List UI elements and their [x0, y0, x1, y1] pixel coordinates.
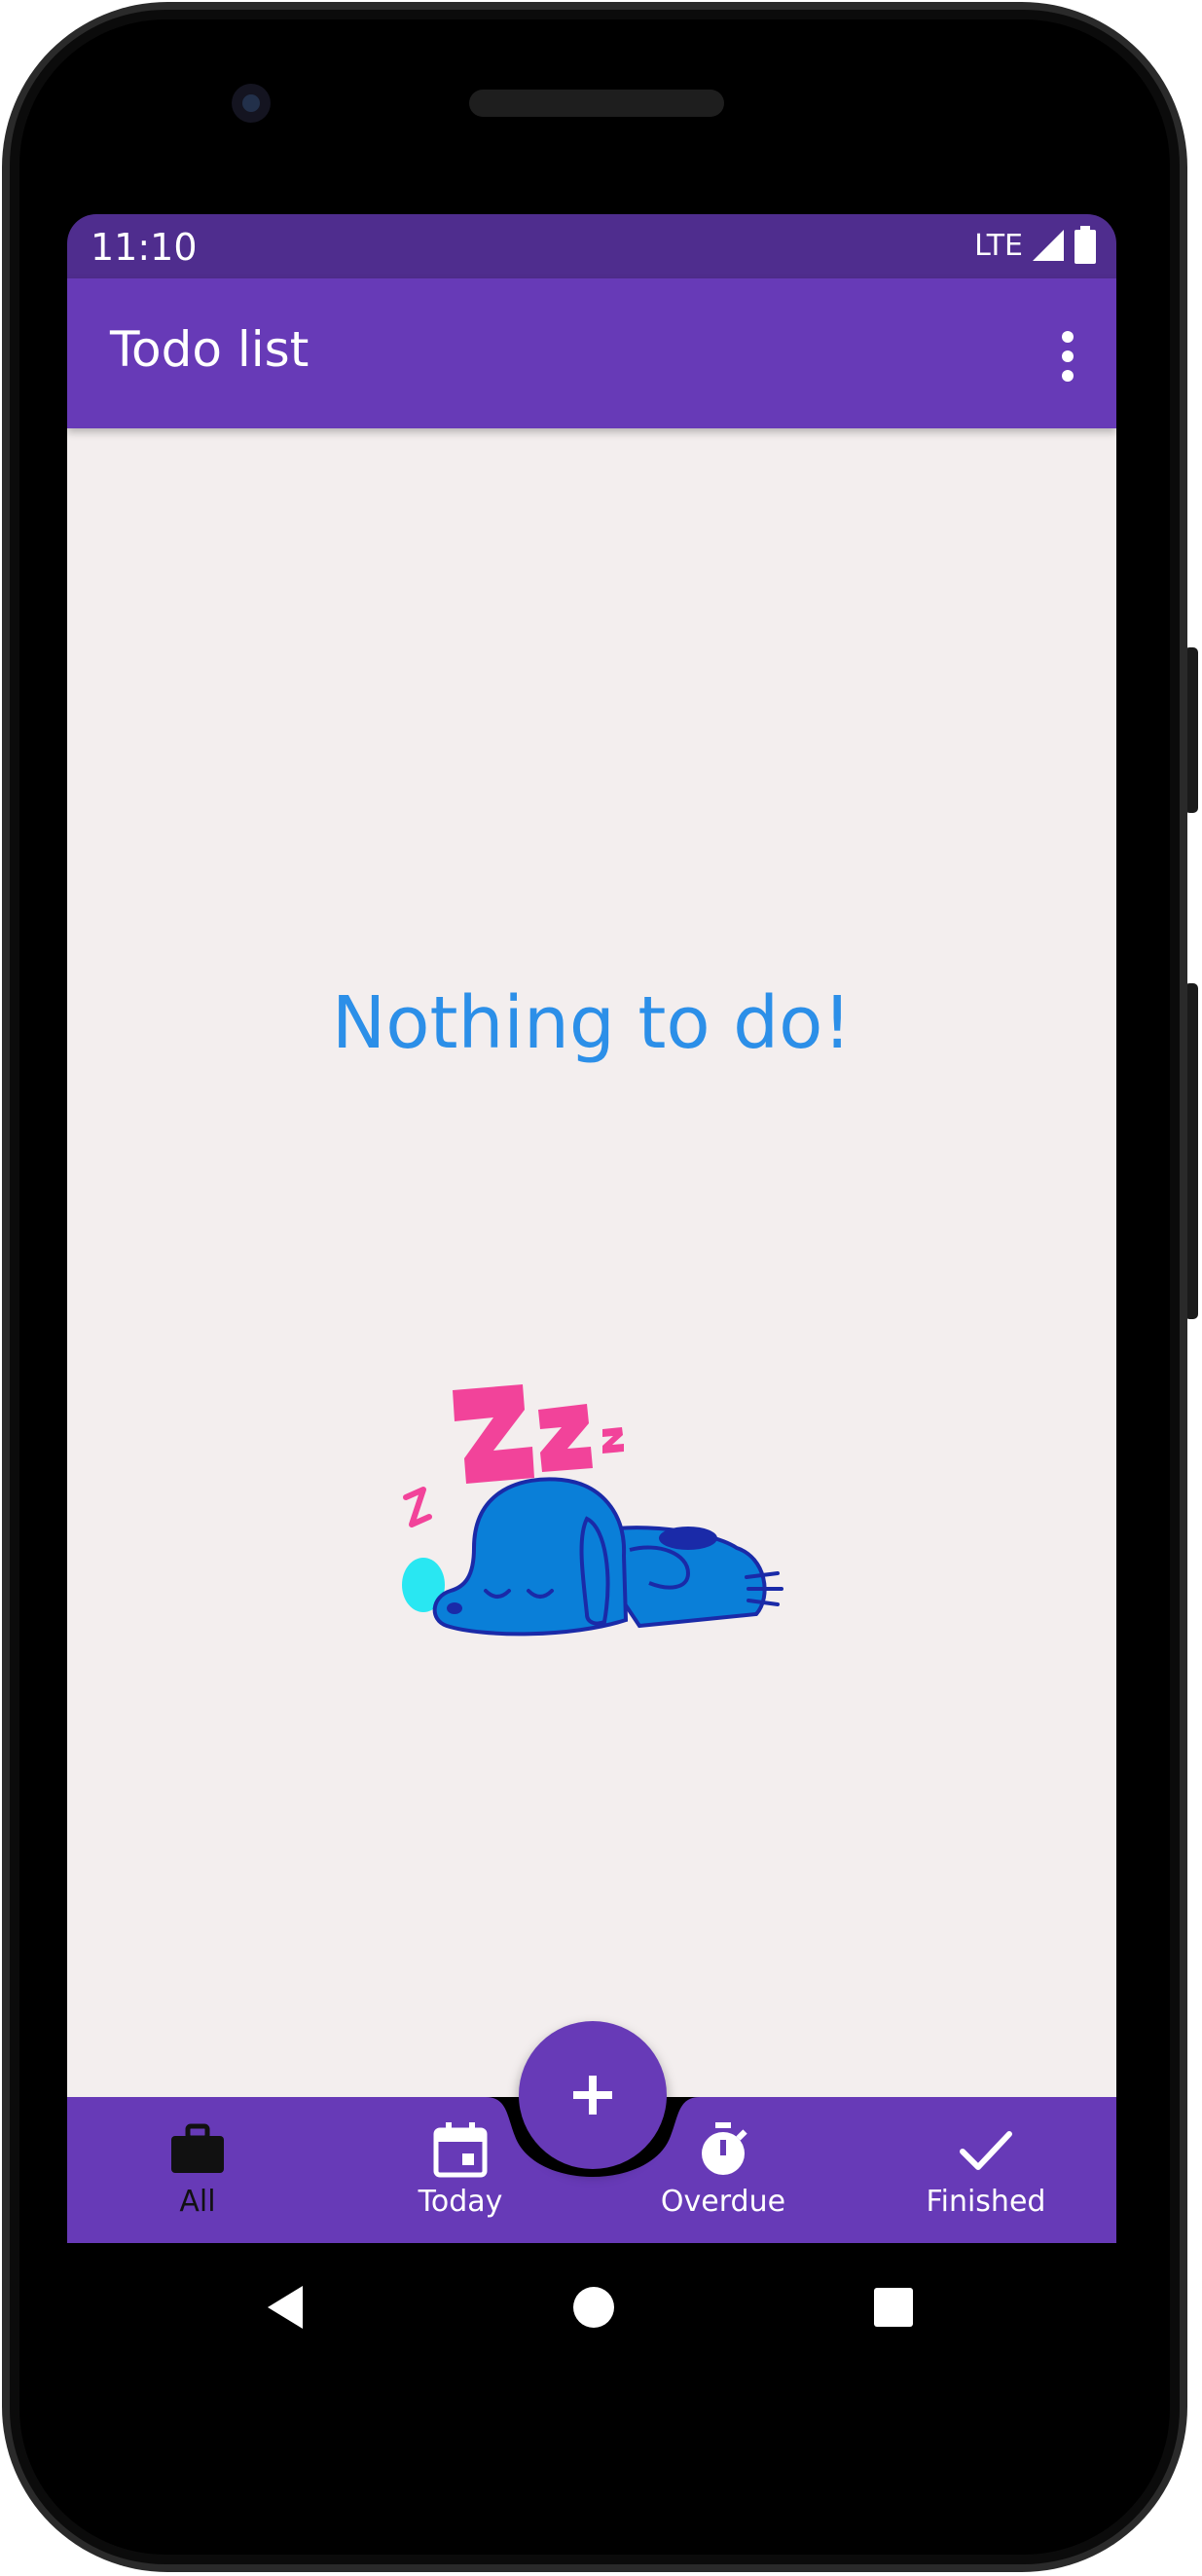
nav-label-today: Today: [418, 2185, 503, 2219]
app-title: Todo list: [110, 321, 310, 378]
check-icon: [960, 2131, 1012, 2170]
empty-state-message: Nothing to do!: [331, 981, 853, 1065]
add-task-button[interactable]: [519, 2021, 667, 2169]
back-icon[interactable]: [262, 2278, 310, 2337]
sleeping-dog-illustration: [402, 1384, 783, 1637]
nav-label-finished: Finished: [926, 2185, 1046, 2219]
recents-icon[interactable]: [869, 2278, 918, 2337]
nav-item-all[interactable]: All: [100, 2097, 295, 2243]
phone-device: 11:10 LTE Todo list Nothing to do! All T…: [0, 0, 1202, 2576]
timer-icon: [702, 2122, 747, 2175]
battery-icon: [1075, 226, 1096, 264]
plus-icon: [573, 2076, 612, 2115]
nav-label-overdue: Overdue: [660, 2185, 786, 2219]
status-bar: 11:10 LTE: [67, 214, 1116, 278]
network-type: LTE: [974, 228, 1023, 263]
more-vert-icon: [1062, 331, 1074, 382]
home-icon[interactable]: [569, 2278, 618, 2337]
system-navigation-bar: [67, 2243, 1116, 2379]
signal-icon: [1033, 230, 1064, 261]
nav-label-all: All: [179, 2185, 216, 2219]
briefcase-icon: [171, 2123, 224, 2173]
nav-item-finished[interactable]: Finished: [889, 2097, 1083, 2243]
task-list-area: Nothing to do!: [67, 428, 1116, 2097]
overflow-menu-button[interactable]: [1048, 327, 1087, 386]
calendar-icon: [433, 2122, 488, 2178]
status-icons: LTE: [974, 226, 1097, 265]
app-screen: 11:10 LTE Todo list Nothing to do! All T…: [67, 214, 1116, 2243]
top-app-bar: Todo list: [67, 278, 1116, 428]
status-time: 11:10: [91, 226, 198, 269]
